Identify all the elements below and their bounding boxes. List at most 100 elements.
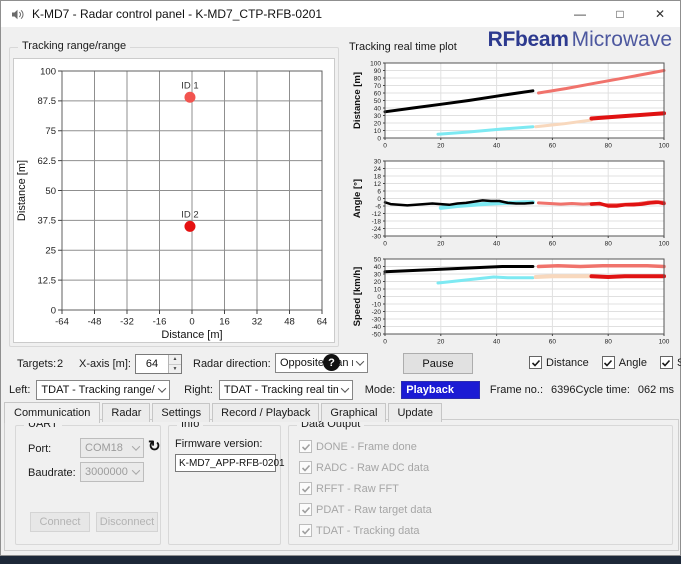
- svg-text:70: 70: [374, 83, 382, 90]
- radar-direction-dropdown[interactable]: Opposite than monito: [275, 353, 368, 373]
- svg-text:0: 0: [383, 241, 387, 248]
- disconnect-button[interactable]: Disconnect: [96, 512, 158, 532]
- speed-chart: 0 20 40 60 80 100 -50 -40 -30 -20 -10 0 10 20 30 40 50 Sp…: [351, 254, 673, 349]
- svg-text:40: 40: [493, 339, 501, 346]
- svg-text:50: 50: [374, 256, 382, 263]
- svg-text:10: 10: [374, 286, 382, 293]
- firmware-version-field[interactable]: K-MD7_APP-RFB-0201: [175, 454, 285, 472]
- svg-text:ID 1: ID 1: [181, 80, 198, 91]
- logo-suffix: Microwave: [571, 28, 672, 51]
- svg-text:25: 25: [45, 246, 56, 257]
- cycle-time-value: 062 ms: [637, 383, 674, 396]
- right-view-label: Right:: [184, 383, 213, 396]
- svg-text:0: 0: [377, 294, 381, 301]
- xaxis-label: X-axis [m]:: [79, 358, 131, 370]
- app-radar-icon: [12, 9, 24, 19]
- distance-checkbox[interactable]: Distance: [529, 356, 589, 369]
- svg-text:40: 40: [493, 143, 501, 150]
- svg-text:20: 20: [437, 143, 445, 150]
- tab-communication[interactable]: Communication: [4, 402, 101, 423]
- targets-label: Targets:: [17, 358, 57, 370]
- selector-row: Left: TDAT - Tracking range/range Right:…: [1, 379, 681, 400]
- tab-settings[interactable]: Settings: [152, 403, 211, 422]
- svg-text:100: 100: [659, 241, 670, 248]
- rfbeam-logo: RFbeam Microwave: [488, 28, 672, 52]
- checkbox-check-icon: [299, 524, 312, 537]
- tracking-range-chart: -64 -48 -32 -16 0 16 32 48 64 0 12.5 25 37.5 50 62.5 75…: [14, 59, 334, 342]
- baudrate-dropdown[interactable]: 3000000: [80, 462, 144, 482]
- svg-text:10: 10: [374, 128, 382, 135]
- svg-text:-30: -30: [372, 316, 382, 323]
- svg-text:64: 64: [317, 317, 328, 328]
- pdat-checkbox[interactable]: PDAT - Raw target data: [299, 503, 432, 516]
- refresh-ports-icon[interactable]: ↻: [148, 439, 161, 454]
- svg-text:24: 24: [374, 166, 382, 173]
- tab-radar[interactable]: Radar: [102, 403, 151, 422]
- svg-text:0: 0: [51, 305, 56, 316]
- titlebar: K-MD7 - Radar control panel - K-MD7_CTP-…: [1, 1, 680, 27]
- checkbox-check-icon: [299, 482, 312, 495]
- svg-text:40: 40: [493, 241, 501, 248]
- tdat-checkbox[interactable]: TDAT - Tracking data: [299, 524, 432, 537]
- svg-text:48: 48: [284, 317, 295, 328]
- svg-text:-16: -16: [153, 317, 167, 328]
- chevron-down-icon: [340, 383, 349, 393]
- svg-text:0: 0: [383, 143, 387, 150]
- bottom-bar: [0, 556, 681, 564]
- svg-text:37.5: 37.5: [38, 216, 57, 227]
- minimize-button[interactable]: —: [560, 1, 600, 27]
- right-view-dropdown[interactable]: TDAT - Tracking real time plot: [218, 379, 353, 400]
- svg-text:16: 16: [219, 317, 230, 328]
- close-button[interactable]: ✕: [640, 1, 680, 27]
- radc-checkbox[interactable]: RADC - Raw ADC data: [299, 461, 432, 474]
- baudrate-label: Baudrate:: [28, 467, 76, 479]
- stepper-down-icon[interactable]: ▼: [169, 364, 181, 373]
- done-checkbox[interactable]: DONE - Frame done: [299, 440, 432, 453]
- mode-value: Playback: [401, 380, 480, 399]
- xaxis-value: 64: [145, 358, 159, 370]
- tab-update[interactable]: Update: [388, 403, 442, 422]
- tracking-range-title: Tracking range/range: [18, 40, 131, 52]
- stepper-up-icon[interactable]: ▲: [169, 355, 181, 365]
- svg-text:60: 60: [549, 241, 557, 248]
- svg-text:40: 40: [374, 105, 382, 112]
- speed-checkbox[interactable]: Speed: [659, 356, 681, 369]
- svg-text:80: 80: [605, 241, 613, 248]
- svg-text:-40: -40: [372, 324, 382, 331]
- left-view-dropdown[interactable]: TDAT - Tracking range/range: [36, 379, 171, 400]
- svg-text:50: 50: [374, 98, 382, 105]
- svg-text:20: 20: [437, 339, 445, 346]
- svg-text:0: 0: [377, 196, 381, 203]
- distance-chart: 0 20 40 60 80 100 0 10 20 30 40 50 60 70 80 90 100 Distan…: [351, 58, 673, 153]
- tab-graphical[interactable]: Graphical: [321, 403, 387, 422]
- pause-button[interactable]: Pause: [403, 353, 473, 374]
- svg-text:Distance [m]: Distance [m]: [161, 329, 222, 341]
- info-group: Info Firmware version: K-MD7_APP-RFB-020…: [168, 418, 285, 545]
- connect-button[interactable]: Connect: [30, 512, 90, 532]
- svg-text:30: 30: [374, 271, 382, 278]
- checkbox-check-icon: [529, 356, 542, 369]
- client-area: RFbeam Microwave Tracking range/range -6…: [1, 27, 681, 555]
- svg-text:80: 80: [374, 75, 382, 82]
- angle-checkbox[interactable]: Angle: [601, 356, 647, 369]
- help-icon[interactable]: ?: [323, 354, 340, 371]
- svg-text:12: 12: [374, 181, 382, 188]
- svg-text:12.5: 12.5: [38, 275, 57, 286]
- svg-text:80: 80: [605, 143, 613, 150]
- angle-chart: 0 20 40 60 80 100 -30 -24 -18 -12 -6 0 6 12 18 24 30 Angl…: [351, 156, 673, 251]
- svg-text:Angle [°]: Angle [°]: [352, 179, 363, 218]
- app-window: K-MD7 - Radar control panel - K-MD7_CTP-…: [0, 0, 681, 556]
- svg-text:100: 100: [370, 60, 381, 67]
- svg-text:32: 32: [252, 317, 263, 328]
- svg-text:60: 60: [549, 143, 557, 150]
- svg-text:-24: -24: [372, 226, 382, 233]
- xaxis-stepper[interactable]: 64 ▲ ▼: [135, 354, 182, 374]
- checkbox-check-icon: [299, 503, 312, 516]
- checkbox-check-icon: [601, 356, 615, 369]
- maximize-button[interactable]: □: [600, 1, 640, 27]
- port-dropdown[interactable]: COM18: [80, 438, 144, 458]
- svg-text:ID 2: ID 2: [181, 209, 198, 220]
- tab-record-playback[interactable]: Record / Playback: [212, 403, 320, 422]
- frame-label: Frame no.:: [489, 383, 544, 396]
- rfft-checkbox[interactable]: RFFT - Raw FFT: [299, 482, 432, 495]
